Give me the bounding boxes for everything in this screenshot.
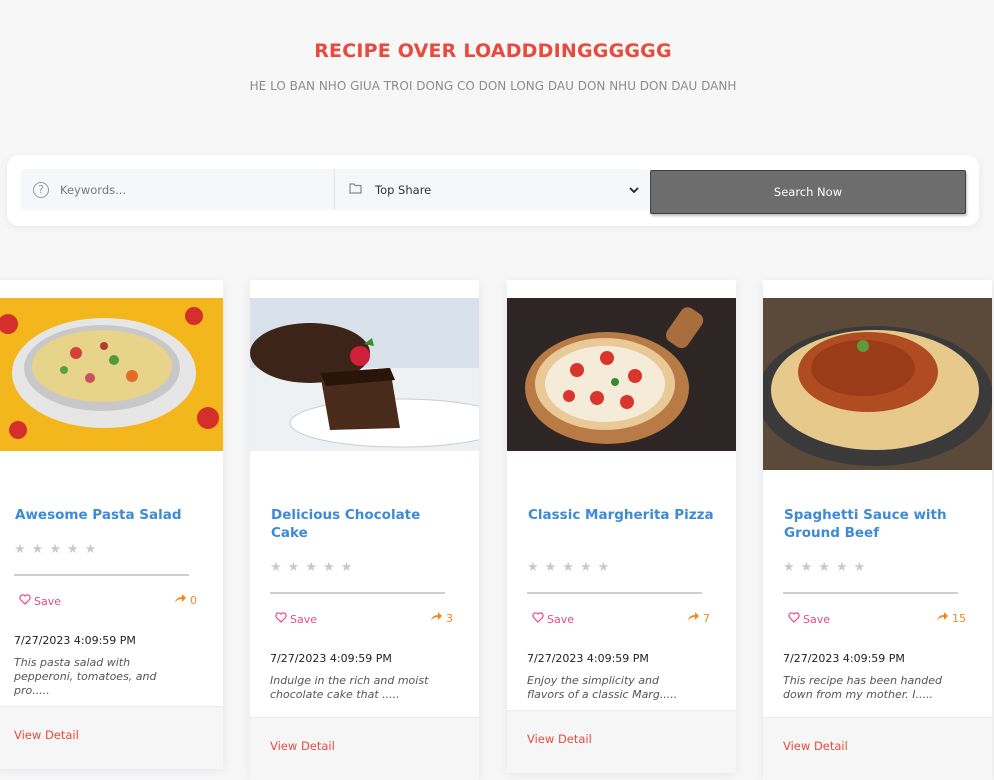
star-icon[interactable]: ★ xyxy=(14,542,26,557)
question-icon: ? xyxy=(33,181,49,198)
heart-icon xyxy=(19,594,31,608)
recipe-description: This recipe has been handed down from my… xyxy=(783,674,942,701)
recipe-title[interactable]: Spaghetti Sauce with Ground Beef xyxy=(784,506,974,542)
save-button[interactable]: Save xyxy=(532,612,574,626)
recipe-description: Indulge in the rich and moist chocolate … xyxy=(270,674,429,701)
rating-stars[interactable]: ★ ★ ★ ★ ★ xyxy=(14,542,96,557)
star-icon[interactable]: ★ xyxy=(801,560,813,575)
star-icon[interactable]: ★ xyxy=(836,560,848,575)
share-icon xyxy=(687,611,700,625)
recipe-image[interactable] xyxy=(0,298,223,451)
save-label: Save xyxy=(290,612,318,626)
share-icon xyxy=(430,611,443,625)
card-footer: View Detail xyxy=(763,717,992,780)
card-footer: View Detail xyxy=(507,710,736,773)
save-button[interactable]: Save xyxy=(275,612,317,626)
share-count-value: 7 xyxy=(703,611,710,625)
keyword-field[interactable]: ? xyxy=(21,169,334,210)
star-icon[interactable]: ★ xyxy=(545,560,557,575)
keyword-input[interactable] xyxy=(58,181,312,198)
share-count-value: 0 xyxy=(190,593,197,607)
share-count-value: 15 xyxy=(952,611,966,625)
star-icon[interactable]: ★ xyxy=(818,560,830,575)
view-detail-link[interactable]: View Detail xyxy=(14,728,79,742)
search-panel: ? Top Share Search Now xyxy=(7,155,979,226)
recipe-date: 7/27/2023 4:09:59 PM xyxy=(270,652,392,665)
star-icon[interactable]: ★ xyxy=(323,560,335,575)
save-label: Save xyxy=(547,612,575,626)
filter-select[interactable]: Top Share xyxy=(335,169,649,210)
star-icon[interactable]: ★ xyxy=(527,560,539,575)
star-icon[interactable]: ★ xyxy=(341,560,353,575)
recipe-card: Classic Margherita Pizza ★ ★ ★ ★ ★ Save 7 7/… xyxy=(507,280,736,773)
heart-icon xyxy=(275,612,287,626)
star-icon[interactable]: ★ xyxy=(49,542,61,557)
recipe-card: Awesome Pasta Salad ★ ★ ★ ★ ★ Save 0 7/27/20… xyxy=(0,280,223,769)
star-icon[interactable]: ★ xyxy=(32,542,44,557)
share-count[interactable]: 3 xyxy=(430,611,453,625)
recipe-image[interactable] xyxy=(763,298,992,470)
card-divider xyxy=(527,592,702,594)
recipe-image[interactable] xyxy=(250,298,479,451)
recipe-card: Delicious Chocolate Cake ★ ★ ★ ★ ★ Save 3 7/… xyxy=(250,280,479,780)
view-detail-link[interactable]: View Detail xyxy=(783,739,848,753)
recipe-card: Spaghetti Sauce with Ground Beef ★ ★ ★ ★ ★ S… xyxy=(763,280,992,780)
rating-stars[interactable]: ★ ★ ★ ★ ★ xyxy=(527,560,609,575)
card-divider xyxy=(270,592,445,594)
heart-icon xyxy=(532,612,544,626)
share-count[interactable]: 7 xyxy=(687,611,710,625)
recipe-description: Enjoy the simplicity and flavors of a cl… xyxy=(527,674,678,701)
save-button[interactable]: Save xyxy=(788,612,830,626)
search-box: ? Top Share xyxy=(21,169,649,210)
hero-subtitle: HE LO BAN NHO GIUA TROI DONG CO DON LONG… xyxy=(249,79,737,93)
card-divider xyxy=(14,574,189,576)
recipe-description: This pasta salad with pepperoni, tomatoe… xyxy=(14,656,157,697)
share-count[interactable]: 0 xyxy=(174,593,197,607)
folder-icon xyxy=(349,182,362,197)
save-label: Save xyxy=(34,594,62,608)
star-icon[interactable]: ★ xyxy=(783,560,795,575)
recipe-title[interactable]: Classic Margherita Pizza xyxy=(528,506,718,524)
card-footer: View Detail xyxy=(0,706,223,769)
card-divider xyxy=(783,592,958,594)
recipe-title[interactable]: Awesome Pasta Salad xyxy=(15,506,205,524)
star-icon[interactable]: ★ xyxy=(854,560,866,575)
share-icon xyxy=(936,611,949,625)
star-icon[interactable]: ★ xyxy=(288,560,300,575)
filter-selected-value: Top Share xyxy=(375,182,432,197)
view-detail-link[interactable]: View Detail xyxy=(270,739,335,753)
share-count-value: 3 xyxy=(446,611,453,625)
view-detail-link[interactable]: View Detail xyxy=(527,732,592,746)
rating-stars[interactable]: ★ ★ ★ ★ ★ xyxy=(270,560,352,575)
recipe-date: 7/27/2023 4:09:59 PM xyxy=(527,652,649,665)
save-button[interactable]: Save xyxy=(19,594,61,608)
recipe-image[interactable] xyxy=(507,298,736,451)
rating-stars[interactable]: ★ ★ ★ ★ ★ xyxy=(783,560,865,575)
hero-title: RECIPE OVER LOADDDINGGGGGG xyxy=(314,40,672,62)
search-now-button[interactable]: Search Now xyxy=(650,170,966,214)
recipe-date: 7/27/2023 4:09:59 PM xyxy=(783,652,905,665)
chevron-down-icon xyxy=(629,183,639,197)
star-icon[interactable]: ★ xyxy=(562,560,574,575)
recipe-date: 7/27/2023 4:09:59 PM xyxy=(14,634,136,647)
share-count[interactable]: 15 xyxy=(936,611,966,625)
star-icon[interactable]: ★ xyxy=(67,542,79,557)
card-footer: View Detail xyxy=(250,717,479,780)
recipe-title[interactable]: Delicious Chocolate Cake xyxy=(271,506,461,542)
share-icon xyxy=(174,593,187,607)
star-icon[interactable]: ★ xyxy=(580,560,592,575)
heart-icon xyxy=(788,612,800,626)
star-icon[interactable]: ★ xyxy=(270,560,282,575)
star-icon[interactable]: ★ xyxy=(85,542,97,557)
star-icon[interactable]: ★ xyxy=(305,560,317,575)
star-icon[interactable]: ★ xyxy=(598,560,610,575)
save-label: Save xyxy=(803,612,831,626)
